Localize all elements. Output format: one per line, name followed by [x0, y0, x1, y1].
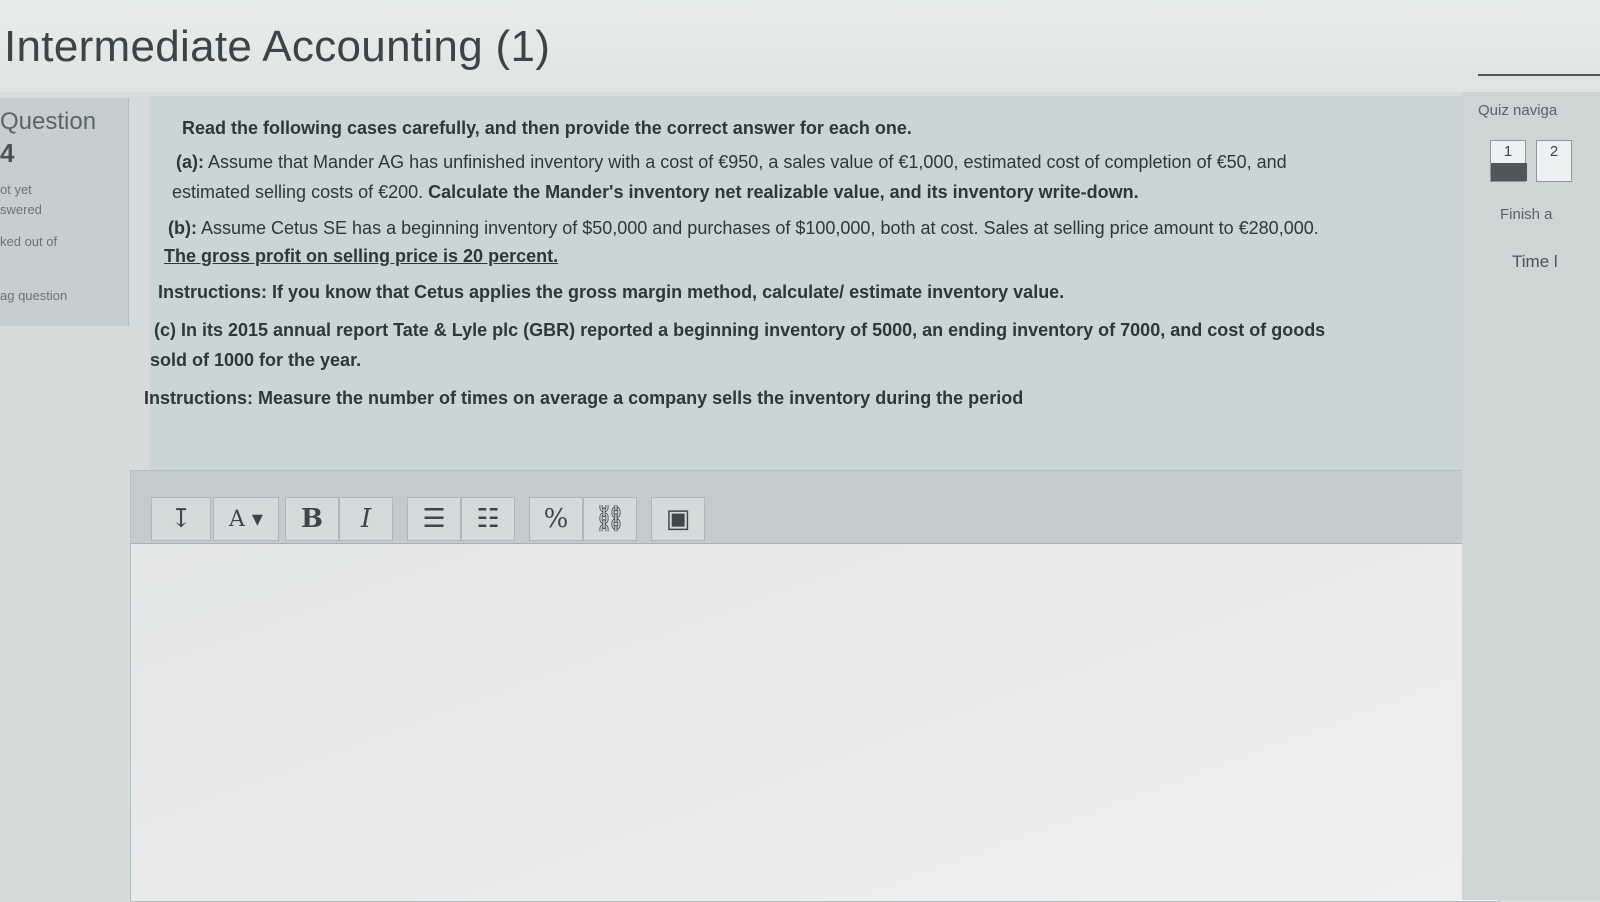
bold-button[interactable]: B: [285, 497, 339, 541]
question-intro: Read the following cases carefully, and …: [182, 118, 912, 138]
question-label: Question: [0, 108, 97, 135]
case-b-label: (b):: [168, 218, 197, 238]
case-a-text: Assume that Mander AG has unfinished inv…: [204, 152, 1287, 172]
case-b-gross-profit: The gross profit on selling price is 20 …: [164, 246, 559, 266]
flag-question-link[interactable]: ag question: [0, 288, 67, 303]
course-title: Intermediate Accounting (1): [4, 22, 551, 71]
case-a-line1: (a): Assume that Mander AG has unfinishe…: [176, 150, 1287, 174]
quiz-nav-question-1[interactable]: 1: [1490, 140, 1527, 182]
unlink-button[interactable]: ⛓: [583, 497, 637, 541]
status-not-yet: ot yet: [0, 182, 32, 197]
answer-text-area[interactable]: [131, 544, 1499, 901]
font-style-dropdown[interactable]: A ▾: [213, 497, 279, 541]
question-text: Read the following cases carefully, and …: [144, 96, 1490, 470]
quiz-nav-label-1: 1: [1503, 143, 1513, 160]
case-a-task: Calculate the Mander's inventory net rea…: [428, 182, 1139, 202]
case-c-instructions: Instructions: Measure the number of time…: [144, 388, 1024, 408]
case-a-line2: estimated selling costs of €200. Calcula…: [172, 180, 1139, 204]
page-header: Intermediate Accounting (1): [0, 0, 1600, 92]
case-a-label: (a):: [176, 152, 204, 172]
case-b-instructions: Instructions: If you know that Cetus app…: [158, 282, 1065, 302]
status-answered: swered: [0, 202, 42, 217]
unordered-list-button[interactable]: ☰: [407, 497, 461, 541]
insert-image-button[interactable]: ▣: [651, 497, 705, 541]
quiz-navigation-title: Quiz naviga: [1478, 102, 1558, 119]
answer-editor: ↧ A ▾ B I ☰ ☷ % ⛓ ▣: [130, 470, 1500, 902]
ordered-list-button[interactable]: ☷: [461, 497, 515, 541]
marked-out-of: ked out of: [0, 234, 58, 249]
quiz-nav-question-2[interactable]: 2: [1536, 140, 1572, 182]
case-a-text2: estimated selling costs of €200.: [172, 182, 429, 202]
question-number: 4: [0, 138, 15, 168]
question-info-panel: Question 4 ot yet swered ked out of ag q…: [0, 98, 129, 326]
header-divider: [1478, 74, 1600, 76]
finish-attempt-link[interactable]: Finish a: [1500, 206, 1553, 223]
case-b-text: Assume Cetus SE has a beginning inventor…: [196, 218, 1319, 238]
quiz-nav-label-2: 2: [1549, 143, 1559, 160]
case-c-line2: sold of 1000 for the year.: [150, 350, 362, 370]
case-c-line1: (c) In its 2015 annual report Tate & Lyl…: [154, 320, 1326, 340]
italic-button[interactable]: I: [339, 497, 393, 541]
quiz-navigation-panel: Quiz naviga 1 2 Finish a Time l: [1462, 92, 1600, 900]
time-left: Time l: [1512, 252, 1558, 271]
toolbar-toggle-button[interactable]: ↧: [151, 497, 211, 541]
case-b-line1: (b): Assume Cetus SE has a beginning inv…: [168, 216, 1319, 240]
editor-toolbar: ↧ A ▾ B I ☰ ☷ % ⛓ ▣: [131, 471, 1499, 544]
link-button[interactable]: %: [529, 497, 583, 541]
